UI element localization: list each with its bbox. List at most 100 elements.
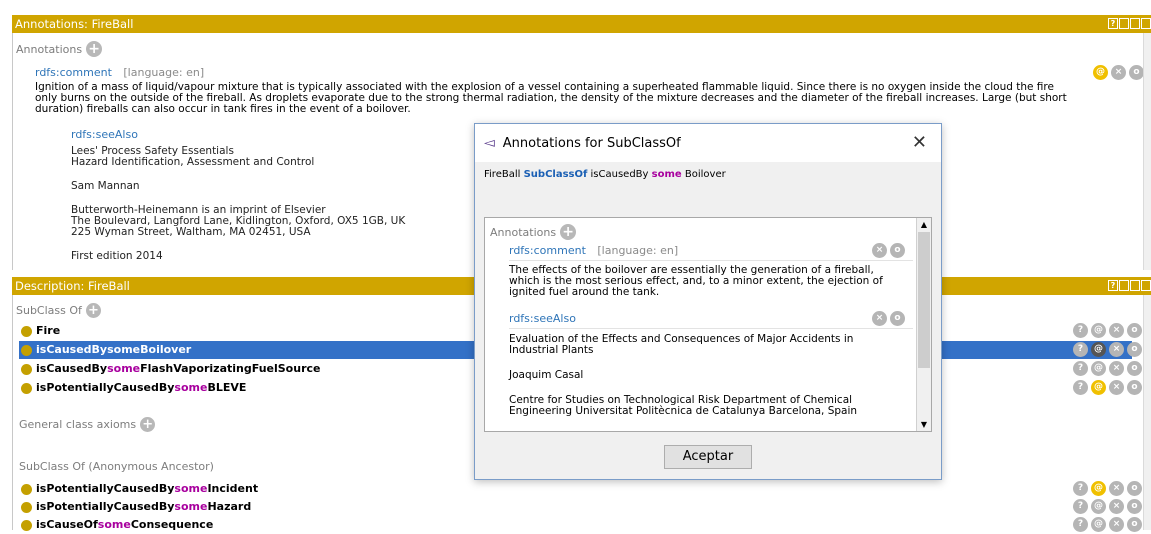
panel-split-icon[interactable] <box>1119 18 1129 29</box>
dialog-seealso-line: Joaquim Casal <box>509 369 584 381</box>
delete-icon[interactable]: × <box>1109 380 1124 395</box>
scroll-thumb[interactable] <box>918 232 930 368</box>
panel-maximize-icon[interactable] <box>1141 18 1151 29</box>
delete-icon[interactable]: × <box>1109 481 1124 496</box>
edit-icon[interactable]: o <box>1127 380 1142 395</box>
description-scrollbar[interactable] <box>1143 295 1151 530</box>
at-icon[interactable]: @ <box>1091 380 1106 395</box>
axiom-relation: SubClassOf <box>523 169 588 180</box>
row-property: isPotentiallyCausedBy <box>36 482 175 495</box>
add-general-axiom-icon[interactable]: + <box>140 417 156 432</box>
panel-maximize-icon[interactable] <box>1141 280 1151 291</box>
class-bullet-icon <box>21 363 32 375</box>
row-keyword: some <box>174 500 208 513</box>
delete-icon[interactable]: × <box>1109 342 1124 357</box>
row-filler: BLEVE <box>207 381 247 394</box>
row-text: Fire <box>36 324 61 337</box>
edit-icon[interactable]: o <box>890 311 905 326</box>
add-annotation-icon[interactable]: + <box>560 224 577 240</box>
ancestor-row[interactable]: isCauseOf some Consequence <box>19 516 1132 534</box>
help-icon[interactable]: ? <box>1073 481 1088 496</box>
close-icon[interactable]: ✕ <box>912 132 927 153</box>
accept-button[interactable]: Aceptar <box>664 445 752 469</box>
at-icon[interactable]: @ <box>1091 481 1106 496</box>
seealso-line: Hazard Identification, Assessment and Co… <box>71 156 315 168</box>
panel-window-buttons: ? <box>1108 18 1151 29</box>
ancestor-label: SubClass Of (Anonymous Ancestor) <box>19 460 214 473</box>
panel-window-buttons: ? <box>1108 280 1151 291</box>
row-buttons: ? @ × o <box>1073 499 1142 514</box>
at-icon[interactable]: @ <box>1091 342 1106 357</box>
dialog-seealso-line: Engineering Universitat Politècnica de C… <box>509 405 858 417</box>
dialog-annotations-label: Annotations <box>490 225 557 239</box>
axiom-property: isCausedBy <box>590 169 649 180</box>
dialog-title: Annotations for SubClassOf <box>502 135 681 151</box>
annotations-label: Annotations <box>16 42 83 56</box>
panel-minimize-icon[interactable] <box>1130 280 1140 291</box>
dialog-list-scrollbar[interactable]: ▲ ▼ <box>916 218 931 431</box>
delete-icon[interactable]: × <box>872 311 887 326</box>
delete-icon[interactable]: × <box>872 243 887 258</box>
dialog-comment-language: [language: en] <box>597 244 679 257</box>
dialog-comment-header: rdfs:comment [language: en] <box>509 245 913 261</box>
scroll-up-icon[interactable]: ▲ <box>917 218 931 231</box>
edit-icon[interactable]: o <box>1127 361 1142 376</box>
class-bullet-icon <box>21 382 32 394</box>
edit-icon[interactable]: o <box>1127 323 1142 338</box>
class-bullet-icon <box>21 344 32 356</box>
dialog-comment-link[interactable]: rdfs:comment <box>509 244 586 257</box>
class-bullet-icon <box>21 325 32 337</box>
row-keyword: some <box>107 343 141 356</box>
row-buttons: ? @ × o <box>1073 380 1142 395</box>
help-icon[interactable]: ? <box>1073 342 1088 357</box>
edit-icon[interactable]: o <box>1127 481 1142 496</box>
at-icon[interactable]: @ <box>1091 323 1106 338</box>
ancestor-row[interactable]: isPotentiallyCausedBy some Hazard <box>19 498 1132 516</box>
edit-icon[interactable]: o <box>1127 342 1142 357</box>
panel-help-icon[interactable]: ? <box>1108 280 1118 291</box>
general-axioms-label: General class axioms <box>19 418 137 431</box>
panel-split-icon[interactable] <box>1119 280 1129 291</box>
annotations-panel-title: Annotations: FireBall <box>15 17 134 31</box>
row-filler: Boilover <box>140 343 192 356</box>
comment-delete-icon[interactable]: × <box>1111 65 1126 80</box>
dialog-annotations-title: Annotations + <box>490 224 577 240</box>
row-property: isPotentiallyCausedBy <box>36 500 175 513</box>
panel-minimize-icon[interactable] <box>1130 18 1140 29</box>
row-filler: Hazard <box>207 500 252 513</box>
delete-icon[interactable]: × <box>1109 499 1124 514</box>
axiom-keyword: some <box>651 169 682 180</box>
help-icon[interactable]: ? <box>1073 380 1088 395</box>
help-icon[interactable]: ? <box>1073 323 1088 338</box>
add-annotation-icon[interactable]: + <box>86 41 103 57</box>
comment-at-icon[interactable]: @ <box>1093 65 1108 80</box>
scroll-down-icon[interactable]: ▼ <box>917 418 931 431</box>
at-icon[interactable]: @ <box>1091 361 1106 376</box>
help-icon[interactable]: ? <box>1073 361 1088 376</box>
delete-icon[interactable]: × <box>1109 361 1124 376</box>
comment-edit-icon[interactable]: o <box>1129 65 1144 80</box>
comment-annotation-buttons: @ × o <box>1093 65 1144 80</box>
delete-icon[interactable]: × <box>1109 323 1124 338</box>
row-property: isPotentiallyCausedBy <box>36 381 175 394</box>
comment-property-link[interactable]: rdfs:comment <box>35 66 112 79</box>
row-property: isCauseOf <box>36 518 98 531</box>
dialog-seealso-link[interactable]: rdfs:seeAlso <box>509 312 576 325</box>
class-bullet-icon <box>21 519 32 531</box>
at-icon[interactable]: @ <box>1091 499 1106 514</box>
panel-help-icon[interactable]: ? <box>1108 18 1118 29</box>
seealso-property-link[interactable]: rdfs:seeAlso <box>71 128 138 141</box>
seealso-text: Lees' Process Safety Essentials Hazard I… <box>71 146 405 262</box>
edit-icon[interactable]: o <box>890 243 905 258</box>
ancestor-row[interactable]: isPotentiallyCausedBy some Incident <box>19 480 1132 498</box>
ancestor-section-title: SubClass Of (Anonymous Ancestor) <box>19 460 214 473</box>
add-subclass-icon[interactable]: + <box>85 303 101 318</box>
edit-icon[interactable]: o <box>1127 499 1142 514</box>
help-icon[interactable]: ? <box>1073 499 1088 514</box>
seealso-line: 225 Wyman Street, Waltham, MA 02451, USA <box>71 226 311 238</box>
row-buttons: ? @ × o <box>1073 323 1142 338</box>
description-panel-title: Description: FireBall <box>15 279 130 293</box>
annotations-scrollbar[interactable] <box>1143 33 1151 270</box>
dialog-seealso-header: rdfs:seeAlso <box>509 313 913 329</box>
dialog-titlebar[interactable]: ◅ Annotations for SubClassOf ✕ <box>475 124 941 162</box>
